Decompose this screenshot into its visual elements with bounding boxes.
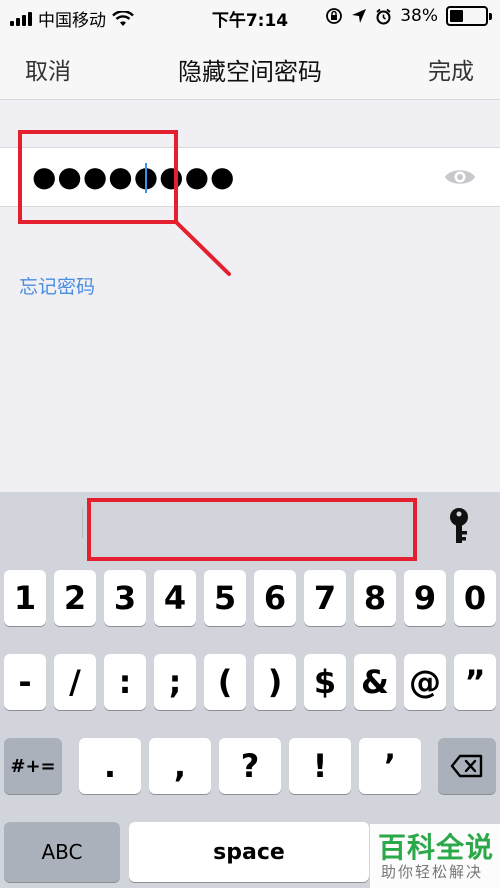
key-colon[interactable]: :	[104, 654, 146, 710]
key-2[interactable]: 2	[54, 570, 96, 626]
watermark: 百科全说 助你轻松解决	[370, 824, 500, 888]
nav-bar: 取消 隐藏空间密码 完成	[0, 34, 500, 100]
backspace-icon	[450, 754, 483, 778]
battery-fill	[450, 10, 463, 22]
suggestion-divider	[82, 508, 83, 538]
battery-percent: 38%	[400, 6, 438, 26]
cancel-button[interactable]: 取消	[25, 52, 71, 86]
key-1[interactable]: 1	[4, 570, 46, 626]
annotation-box-password	[18, 130, 178, 224]
key-5[interactable]: 5	[204, 570, 246, 626]
key-semicolon[interactable]: ;	[154, 654, 196, 710]
battery-icon	[446, 6, 492, 26]
key-question[interactable]: ?	[219, 738, 281, 794]
key-dollar[interactable]: $	[304, 654, 346, 710]
space-key[interactable]: space	[129, 822, 369, 882]
key-ampersand[interactable]: &	[354, 654, 396, 710]
key-7[interactable]: 7	[304, 570, 346, 626]
key-exclamation[interactable]: !	[289, 738, 351, 794]
forgot-password-link[interactable]: 忘记密码	[19, 272, 95, 299]
location-icon	[352, 9, 367, 23]
lock-rotation-icon	[326, 8, 343, 24]
alarm-icon	[376, 8, 391, 24]
abc-key[interactable]: ABC	[4, 822, 120, 882]
key-apostrophe[interactable]: ’	[359, 738, 421, 794]
status-right: 38%	[325, 6, 492, 26]
key-at[interactable]: @	[404, 654, 446, 710]
key-icon[interactable]	[444, 506, 474, 546]
key-0[interactable]: 0	[454, 570, 496, 626]
key-8[interactable]: 8	[354, 570, 396, 626]
watermark-subtitle: 助你轻松解决	[381, 863, 484, 881]
key-slash[interactable]: /	[54, 654, 96, 710]
status-bar: 中国移动 下午7:14 38%	[0, 0, 500, 34]
key-6[interactable]: 6	[254, 570, 296, 626]
watermark-title: 百科全说	[378, 831, 495, 864]
eye-icon[interactable]	[444, 165, 476, 189]
symbols-mode-key[interactable]: #+=	[4, 738, 62, 794]
page-title: 隐藏空间密码	[178, 58, 322, 86]
key-comma[interactable]: ,	[149, 738, 211, 794]
key-hyphen[interactable]: -	[4, 654, 46, 710]
key-close-paren[interactable]: )	[254, 654, 296, 710]
key-9[interactable]: 9	[404, 570, 446, 626]
key-open-paren[interactable]: (	[204, 654, 246, 710]
key-quote[interactable]: ”	[454, 654, 496, 710]
key-3[interactable]: 3	[104, 570, 146, 626]
key-period[interactable]: .	[79, 738, 141, 794]
key-4[interactable]: 4	[154, 570, 196, 626]
annotation-box-suggestion	[87, 498, 417, 561]
done-button[interactable]: 完成	[428, 52, 474, 86]
backspace-key[interactable]	[438, 738, 496, 794]
